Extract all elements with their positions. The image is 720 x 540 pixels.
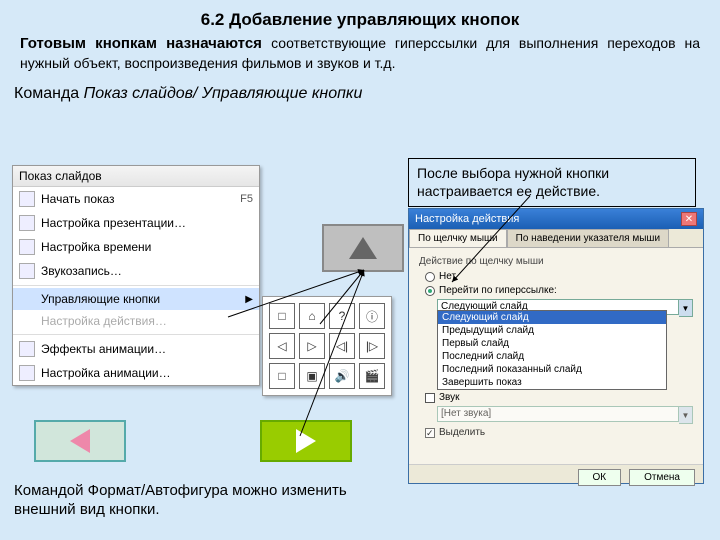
dialog-body: Действие по щелчку мыши Нет Перейти по г…	[409, 248, 703, 464]
submenu-arrow-icon: ▶	[245, 294, 253, 305]
sample-button-back[interactable]	[34, 420, 126, 462]
combo-field: [Нет звука]	[437, 406, 679, 422]
radio-icon	[425, 286, 435, 296]
action-buttons-submenu: □ ⌂ ? ⓘ ◁ ▷ ◁| |▷ □ ▣ 🔊 🎬	[262, 296, 392, 396]
chevron-down-icon: ▼	[679, 406, 693, 424]
menu-item-label: Настройка презентации…	[41, 216, 186, 230]
menu-item-action-buttons[interactable]: Управляющие кнопки ▶	[13, 288, 259, 310]
command-line: Команда Показ слайдов/ Управляющие кнопк…	[0, 79, 720, 107]
dropdown-item[interactable]: Следующий слайд	[438, 311, 666, 324]
action-button-beginning[interactable]: ◁|	[329, 333, 355, 359]
hyperlink-dropdown-list: Следующий слайд Предыдущий слайд Первый …	[437, 310, 667, 390]
menu-item-label: Настройка времени	[41, 240, 151, 254]
menu-item-custom-animation[interactable]: Настройка анимации…	[13, 361, 259, 385]
sample-button-up[interactable]	[322, 224, 404, 272]
ok-button[interactable]: ОК	[578, 469, 622, 486]
menu-item-label: Настройка действия…	[41, 314, 167, 328]
dialog-tabs: По щелчку мыши По наведении указателя мы…	[409, 229, 703, 248]
triangle-left-icon	[70, 429, 90, 453]
action-button-return[interactable]: □	[269, 363, 295, 389]
radio-label: Перейти по гиперссылке:	[439, 285, 557, 296]
dropdown-item[interactable]: Первый слайд	[438, 337, 666, 350]
menu-item-label: Эффекты анимации…	[41, 342, 166, 356]
menu-item-label: Управляющие кнопки	[41, 292, 160, 306]
bottom-note: Командой Формат/Автофигура можно изменит…	[14, 482, 394, 520]
triangle-right-icon	[296, 429, 316, 453]
checkbox-icon	[425, 428, 435, 438]
tab-mouse-over[interactable]: По наведении указателя мыши	[507, 229, 669, 247]
checkbox-label: Звук	[439, 392, 460, 403]
dialog-titlebar: Настройка действия ✕	[409, 209, 703, 229]
menu-item-label: Звукозапись…	[41, 264, 122, 278]
dropdown-item[interactable]: Предыдущий слайд	[438, 324, 666, 337]
close-icon[interactable]: ✕	[681, 212, 697, 226]
slideshow-menu: Показ слайдов Начать показ F5 Настройка …	[12, 165, 260, 386]
action-button-document[interactable]: ▣	[299, 363, 325, 389]
menu-item-label: Настройка анимации…	[41, 366, 171, 380]
star-icon	[19, 341, 35, 357]
radio-hyperlink[interactable]: Перейти по гиперссылке:	[425, 285, 693, 296]
menu-item-action-settings: Настройка действия…	[13, 310, 259, 332]
command-path: Показ слайдов/ Управляющие кнопки	[84, 85, 363, 102]
checkbox-highlight[interactable]: Выделить	[425, 427, 693, 438]
action-button-movie[interactable]: 🎬	[359, 363, 385, 389]
group-label: Действие по щелчку мыши	[419, 256, 693, 267]
menu-title: Показ слайдов	[13, 166, 259, 187]
star-gear-icon	[19, 365, 35, 381]
menu-separator	[13, 334, 259, 335]
cancel-button[interactable]: Отмена	[629, 469, 695, 486]
chevron-down-icon[interactable]: ▼	[679, 299, 693, 317]
action-button-sound[interactable]: 🔊	[329, 363, 355, 389]
menu-shortcut: F5	[240, 193, 253, 205]
radio-label: Нет	[439, 271, 456, 282]
menu-separator	[13, 285, 259, 286]
action-button-forward[interactable]: ▷	[299, 333, 325, 359]
dialog-footer: ОК Отмена	[409, 464, 703, 490]
menu-item-record-narration[interactable]: Звукозапись…	[13, 259, 259, 283]
clock-icon	[19, 239, 35, 255]
action-button-home[interactable]: ⌂	[299, 303, 325, 329]
checkbox-icon	[425, 393, 435, 403]
action-button-help[interactable]: ?	[329, 303, 355, 329]
menu-item-rehearse[interactable]: Настройка времени	[13, 235, 259, 259]
radio-none[interactable]: Нет	[425, 271, 693, 282]
action-button-custom[interactable]: □	[269, 303, 295, 329]
menu-item-start-show[interactable]: Начать показ F5	[13, 187, 259, 211]
menu-item-animation-schemes[interactable]: Эффекты анимации…	[13, 337, 259, 361]
action-button-info[interactable]: ⓘ	[359, 303, 385, 329]
annotation-callout: После выбора нужной кнопки настраивается…	[408, 158, 696, 207]
sample-button-forward[interactable]	[260, 420, 352, 462]
menu-item-label: Начать показ	[41, 192, 115, 206]
radio-icon	[425, 272, 435, 282]
dropdown-item[interactable]: Последний слайд	[438, 350, 666, 363]
checkbox-sound[interactable]: Звук	[425, 392, 693, 403]
sound-combo: [Нет звука] ▼	[437, 406, 693, 424]
action-button-end[interactable]: |▷	[359, 333, 385, 359]
dropdown-item[interactable]: Последний показанный слайд	[438, 363, 666, 376]
menu-item-setup-show[interactable]: Настройка презентации…	[13, 211, 259, 235]
action-settings-dialog: Настройка действия ✕ По щелчку мыши По н…	[408, 208, 704, 484]
checkbox-label: Выделить	[439, 427, 485, 438]
section-subtitle: Готовым кнопкам назначаются соответствую…	[20, 34, 700, 75]
tab-mouse-click[interactable]: По щелчку мыши	[409, 229, 507, 247]
dialog-title-text: Настройка действия	[415, 213, 519, 225]
command-prefix: Команда	[14, 85, 84, 102]
subtitle-lead: Готовым кнопкам назначаются	[20, 35, 271, 52]
action-button-back[interactable]: ◁	[269, 333, 295, 359]
projector-icon	[19, 191, 35, 207]
triangle-up-icon	[349, 237, 377, 259]
mic-icon	[19, 263, 35, 279]
setup-icon	[19, 215, 35, 231]
section-title: 6.2 Добавление управляющих кнопок	[20, 10, 700, 30]
dropdown-item[interactable]: Завершить показ	[438, 376, 666, 389]
